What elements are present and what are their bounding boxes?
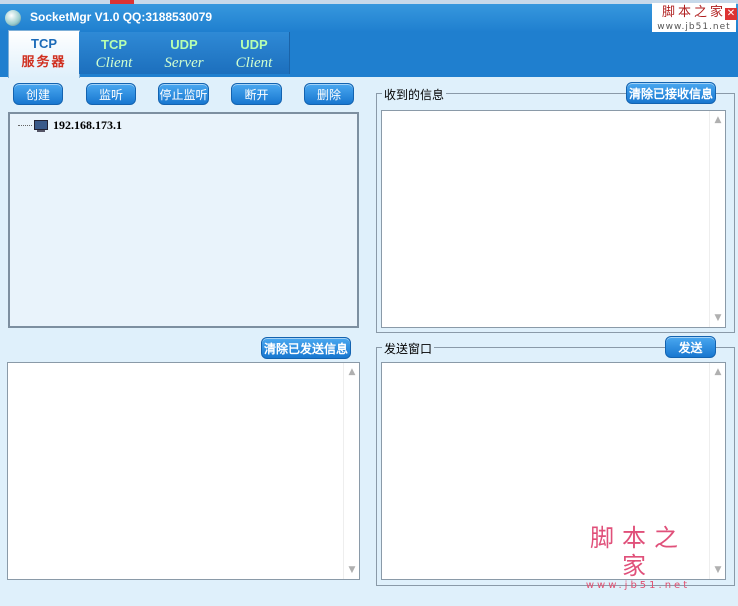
tab-bar: TCP 服务器 TCP Client UDP Server UDP Client <box>0 30 738 78</box>
tab-udp-client[interactable]: UDP Client <box>219 32 290 74</box>
sent-textarea[interactable]: ▲ ▼ <box>7 362 360 580</box>
tab-label-role: Client <box>95 55 133 71</box>
scroll-up-icon[interactable]: ▲ <box>713 115 723 125</box>
clear-sent-button[interactable]: 清除已发送信息 <box>261 337 351 359</box>
listen-button[interactable]: 监听 <box>86 83 136 105</box>
received-legend: 收到的信息 <box>382 86 447 103</box>
create-button[interactable]: 创建 <box>13 83 63 105</box>
received-scrollbar[interactable]: ▲ ▼ <box>709 111 725 327</box>
connection-tree[interactable]: 192.168.173.1 <box>8 112 359 328</box>
delete-button[interactable]: 删除 <box>304 83 354 105</box>
tab-label-protocol: TCP <box>101 37 127 52</box>
watermark-top-text: 脚本之家 <box>661 5 726 20</box>
tab-label-protocol: UDP <box>240 37 268 52</box>
tree-item-label: 192.168.173.1 <box>53 118 122 132</box>
tab-label-role: Server <box>164 55 204 71</box>
scroll-down-icon[interactable]: ▼ <box>713 313 723 323</box>
tab-tcp-server[interactable]: TCP 服务器 <box>8 30 80 78</box>
tab-label-protocol: UDP <box>170 37 198 52</box>
stop-listen-button[interactable]: 停止监听 <box>158 83 209 105</box>
scroll-up-icon[interactable]: ▲ <box>347 367 357 377</box>
send-window-legend: 发送窗口 <box>382 340 435 357</box>
background-strip <box>0 0 738 4</box>
close-icon[interactable]: ✕ <box>725 8 737 20</box>
tree-item[interactable]: 192.168.173.1 <box>18 118 122 133</box>
title-bar: SocketMgr V1.0 QQ:3188530079 <box>0 0 738 32</box>
received-textarea[interactable]: ▲ ▼ <box>381 110 726 328</box>
computer-icon <box>34 119 48 132</box>
send-scrollbar[interactable]: ▲ ▼ <box>709 363 725 579</box>
watermark-bottom-text: 脚本之家 <box>590 524 686 580</box>
scroll-down-icon[interactable]: ▼ <box>713 565 723 575</box>
tab-label-role: 服务器 <box>21 54 67 69</box>
disconnect-button[interactable]: 断开 <box>231 83 282 105</box>
tab-label-protocol: TCP <box>31 36 57 51</box>
scroll-up-icon[interactable]: ▲ <box>713 367 723 377</box>
tab-udp-server[interactable]: UDP Server <box>149 32 220 74</box>
scroll-down-icon[interactable]: ▼ <box>347 565 357 575</box>
tab-tcp-client[interactable]: TCP Client <box>79 32 150 74</box>
sent-scrollbar[interactable]: ▲ ▼ <box>343 363 359 579</box>
window-title: SocketMgr V1.0 QQ:3188530079 <box>30 10 213 24</box>
clear-received-button[interactable]: 清除已接收信息 <box>626 82 716 104</box>
app-icon <box>5 10 21 26</box>
send-button[interactable]: 发送 <box>665 336 716 358</box>
tab-label-role: Client <box>235 55 273 71</box>
tree-connector <box>18 125 32 126</box>
watermark-bottom: 脚本之家 www.jb51.net <box>578 524 698 592</box>
watermark-bottom-url: www.jb51.net <box>585 580 691 591</box>
